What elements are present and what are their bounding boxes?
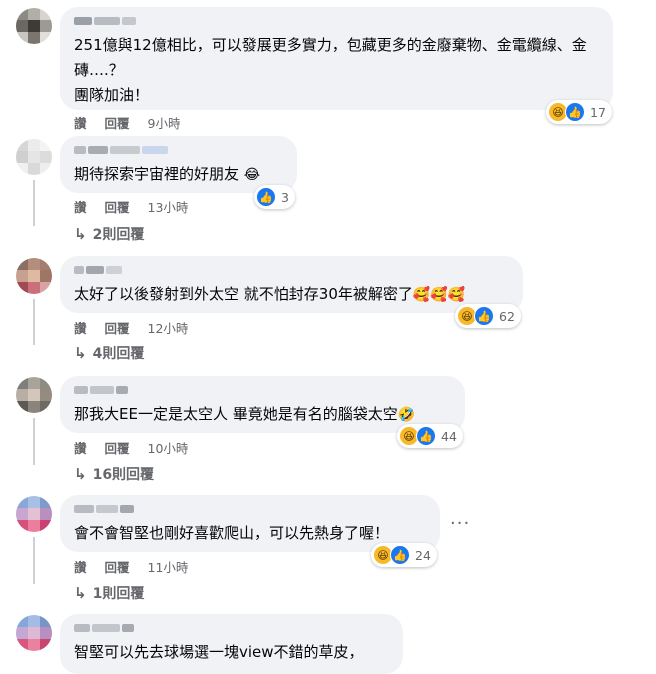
comment-bubble: 251億與12億相比，可以發展更多實力，包藏更多的金廢棄物、金電纜線、金磚….？… <box>60 7 613 110</box>
thread-line <box>33 418 35 465</box>
reaction-summary[interactable]: 😆 👍 62 <box>455 304 521 328</box>
reply-arrow-icon: ↳ <box>74 344 87 362</box>
comment-actions: 讚 回覆 9小時 <box>74 113 198 132</box>
timestamp[interactable]: 12小時 <box>148 318 189 337</box>
comment-actions: 讚 回覆 12小時 <box>74 318 206 337</box>
reply-button[interactable]: 回覆 <box>105 438 130 457</box>
like-button[interactable]: 讚 <box>74 557 87 576</box>
comment-text: 期待探索宇宙裡的好朋友 😂 <box>74 165 261 183</box>
avatar[interactable] <box>16 258 52 294</box>
reaction-summary[interactable]: 😆 👍 44 <box>397 424 463 448</box>
reaction-summary[interactable]: 😆 👍 17 <box>546 100 612 124</box>
like-reaction-icon: 👍 <box>474 306 494 326</box>
reply-button[interactable]: 回覆 <box>105 557 130 576</box>
thread-line <box>33 537 35 584</box>
rolling-laughing-emoji-icon: 🤣 <box>397 407 416 423</box>
author-name-redacted[interactable] <box>74 503 428 515</box>
comment-text: 太好了以後發射到外太空 就不怕封存30年被解密了🥰🥰🥰 <box>74 285 466 303</box>
like-button[interactable]: 讚 <box>74 197 87 216</box>
replies-count-label: 1則回覆 <box>92 586 145 602</box>
like-button[interactable]: 讚 <box>74 113 87 132</box>
like-reaction-icon: 👍 <box>390 545 410 565</box>
reaction-count: 62 <box>499 308 515 324</box>
timestamp[interactable]: 10小時 <box>148 438 189 457</box>
view-replies-link[interactable]: ↳ 4則回覆 <box>74 343 144 363</box>
reaction-summary[interactable]: 👍 3 <box>254 185 295 209</box>
like-reaction-icon: 👍 <box>565 102 585 122</box>
comment-actions: 讚 回覆 11小時 <box>74 557 206 576</box>
view-replies-link[interactable]: ↳ 16則回覆 <box>74 464 154 484</box>
reply-arrow-icon: ↳ <box>74 465 87 483</box>
author-name-redacted[interactable] <box>74 384 453 396</box>
reply-arrow-icon: ↳ <box>74 225 87 243</box>
timestamp[interactable]: 9小時 <box>148 113 181 132</box>
like-button[interactable]: 讚 <box>74 438 87 457</box>
author-name-redacted[interactable] <box>74 622 391 634</box>
reaction-count: 17 <box>590 104 606 120</box>
more-options-icon[interactable]: ··· <box>450 513 470 534</box>
reaction-count: 3 <box>281 189 289 205</box>
comment-text: 智堅可以先去球場選一塊view不錯的草皮， <box>74 643 364 661</box>
author-name-redacted[interactable] <box>74 264 511 276</box>
comment-actions: 讚 回覆 13小時 <box>74 197 206 216</box>
thread-line <box>33 299 35 345</box>
timestamp[interactable]: 13小時 <box>148 197 189 216</box>
replies-count-label: 2則回覆 <box>92 227 145 243</box>
view-replies-link[interactable]: ↳ 1則回覆 <box>74 583 144 603</box>
avatar[interactable] <box>16 139 52 175</box>
like-button[interactable]: 讚 <box>74 318 87 337</box>
avatar[interactable] <box>16 496 52 532</box>
author-name-redacted[interactable] <box>74 15 601 27</box>
reply-button[interactable]: 回覆 <box>105 318 130 337</box>
reaction-summary[interactable]: 😆 👍 24 <box>371 543 437 567</box>
comment-text: 那我大EE一定是太空人 畢竟她是有名的腦袋太空🤣 <box>74 405 416 423</box>
timestamp[interactable]: 11小時 <box>148 557 189 576</box>
replies-count-label: 4則回覆 <box>92 346 145 362</box>
avatar[interactable] <box>16 615 52 651</box>
avatar[interactable] <box>16 8 52 44</box>
like-reaction-icon: 👍 <box>256 187 276 207</box>
reply-button[interactable]: 回覆 <box>105 113 130 132</box>
reply-arrow-icon: ↳ <box>74 584 87 602</box>
thread-line <box>33 180 35 226</box>
avatar[interactable] <box>16 377 52 413</box>
comment-bubble: 智堅可以先去球場選一塊view不錯的草皮， <box>60 614 403 674</box>
comment-text: 會不會智堅也剛好喜歡爬山，可以先熱身了喔！ <box>74 524 390 542</box>
reaction-count: 24 <box>415 547 431 563</box>
comment-actions: 讚 回覆 10小時 <box>74 438 206 457</box>
laughing-emoji-icon: 😂 <box>243 167 261 183</box>
replies-count-label: 16則回覆 <box>92 467 155 483</box>
smiling-face-with-hearts-emoji-icon: 🥰🥰🥰 <box>412 287 466 303</box>
comment-bubble: 太好了以後發射到外太空 就不怕封存30年被解密了🥰🥰🥰 <box>60 256 523 313</box>
comment-bubble: 期待探索宇宙裡的好朋友 😂 <box>60 136 297 193</box>
reaction-count: 44 <box>441 428 457 444</box>
author-name-redacted[interactable] <box>74 144 285 156</box>
like-reaction-icon: 👍 <box>416 426 436 446</box>
reply-button[interactable]: 回覆 <box>105 197 130 216</box>
view-replies-link[interactable]: ↳ 2則回覆 <box>74 224 144 244</box>
comment-text: 251億與12億相比，可以發展更多實力，包藏更多的金廢棄物、金電纜線、金磚….？… <box>74 36 587 104</box>
